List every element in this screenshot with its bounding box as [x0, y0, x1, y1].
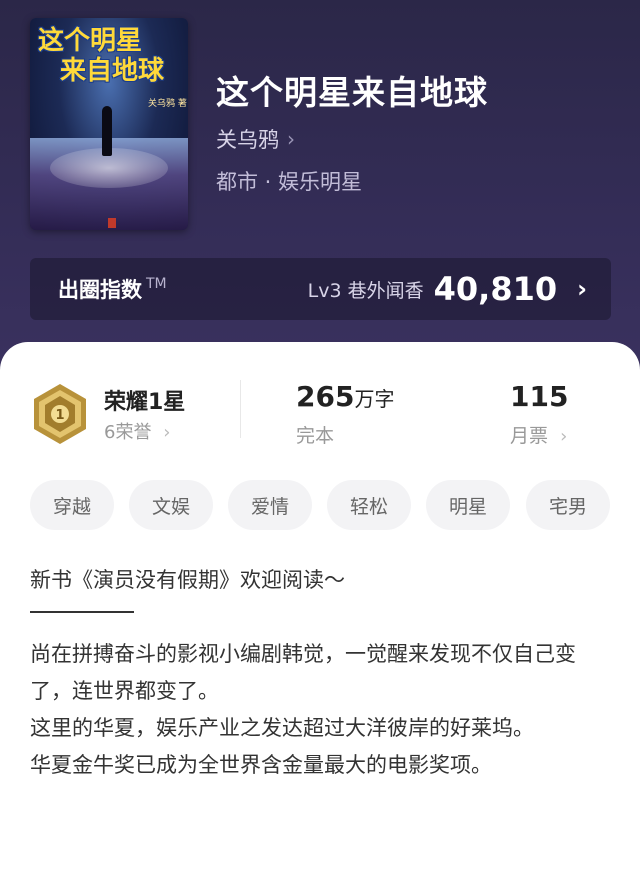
cover-title: 这个明星 来自地球 — [38, 26, 188, 86]
word-count-unit: 万字 — [354, 387, 395, 411]
book-header: 这个明星 来自地球 关乌鸦 著 这个明星来自地球 关乌鸦 › 都市 · 娱乐明星… — [0, 0, 640, 400]
honor-count: 6荣誉 — [104, 422, 152, 443]
chevron-right-icon: › — [577, 275, 587, 303]
word-count-number: 265 — [296, 380, 355, 413]
cover-seal — [108, 218, 116, 228]
intro-divider — [30, 611, 134, 613]
honor-count-link[interactable]: 6荣誉 › — [104, 418, 170, 444]
popularity-index-value-group: Lv3 巷外闻香 40,810 › — [308, 270, 587, 308]
author-link[interactable]: 关乌鸦 › — [216, 124, 295, 154]
trademark-mark: TM — [146, 276, 167, 292]
popularity-level: Lv3 巷外闻香 — [307, 279, 424, 302]
popularity-index-label: 出圈指数 — [58, 278, 142, 302]
cover-title-line1: 这个明星 — [38, 26, 143, 56]
chevron-right-icon: › — [560, 426, 568, 447]
chevron-right-icon: › — [163, 422, 171, 443]
word-count: 265万字 — [296, 380, 394, 413]
honor-badge-icon[interactable]: 1 — [30, 382, 90, 446]
book-title: 这个明星来自地球 — [216, 73, 488, 112]
chevron-right-icon: › — [287, 127, 295, 151]
tag-chip[interactable]: 宅男 — [526, 480, 610, 530]
tag-list: 穿越 文娱 爱情 轻松 明星 宅男 — [30, 480, 640, 532]
badge-number: 1 — [55, 408, 64, 423]
popularity-value: 40,810 — [433, 270, 558, 308]
honor-title: 荣耀1星 — [104, 390, 186, 415]
synopsis-paragraph: 这里的华夏，娱乐产业之发达超过大洋彼岸的好莱坞。 — [30, 716, 534, 740]
monthly-votes-label: 月票 — [510, 425, 549, 447]
tag-chip[interactable]: 轻松 — [327, 480, 411, 530]
tag-chip[interactable]: 穿越 — [30, 480, 114, 530]
monthly-votes-link[interactable]: 月票 › — [510, 421, 567, 448]
intro-headline: 新书《演员没有假期》欢迎阅读～ — [30, 568, 345, 592]
book-synopsis[interactable]: 尚在拼搏奋斗的影视小编剧韩觉，一觉醒来发现不仅自己变了，连世界都变了。 这里的华… — [30, 636, 610, 784]
tag-chip[interactable]: 明星 — [426, 480, 510, 530]
tag-chip[interactable]: 爱情 — [228, 480, 312, 530]
tag-chip[interactable]: 文娱 — [129, 480, 213, 530]
synopsis-paragraph: 尚在拼搏奋斗的影视小编剧韩觉，一觉醒来发现不仅自己变了，连世界都变了。 — [30, 642, 576, 703]
synopsis-paragraph: 华夏金牛奖已成为全世界含金量最大的电影奖项。 — [30, 753, 492, 777]
cover-figure — [102, 106, 112, 156]
stats-divider — [240, 380, 241, 438]
book-detail-card: 1 荣耀1星 6荣誉 › 265万字 完本 115 月票 › 穿越 文娱 爱情 … — [0, 342, 640, 870]
book-cover[interactable]: 这个明星 来自地球 关乌鸦 著 — [30, 18, 188, 230]
popularity-index-bar[interactable]: 出圈指数 TM Lv3 巷外闻香 40,810 › — [30, 258, 611, 320]
completion-status: 完本 — [296, 425, 335, 447]
monthly-votes-count: 115 — [510, 380, 569, 413]
author-name: 关乌鸦 — [216, 128, 279, 152]
book-genre: 都市 · 娱乐明星 — [216, 170, 363, 194]
cover-author: 关乌鸦 著 — [148, 99, 187, 109]
cover-title-line2: 来自地球 — [60, 56, 165, 86]
